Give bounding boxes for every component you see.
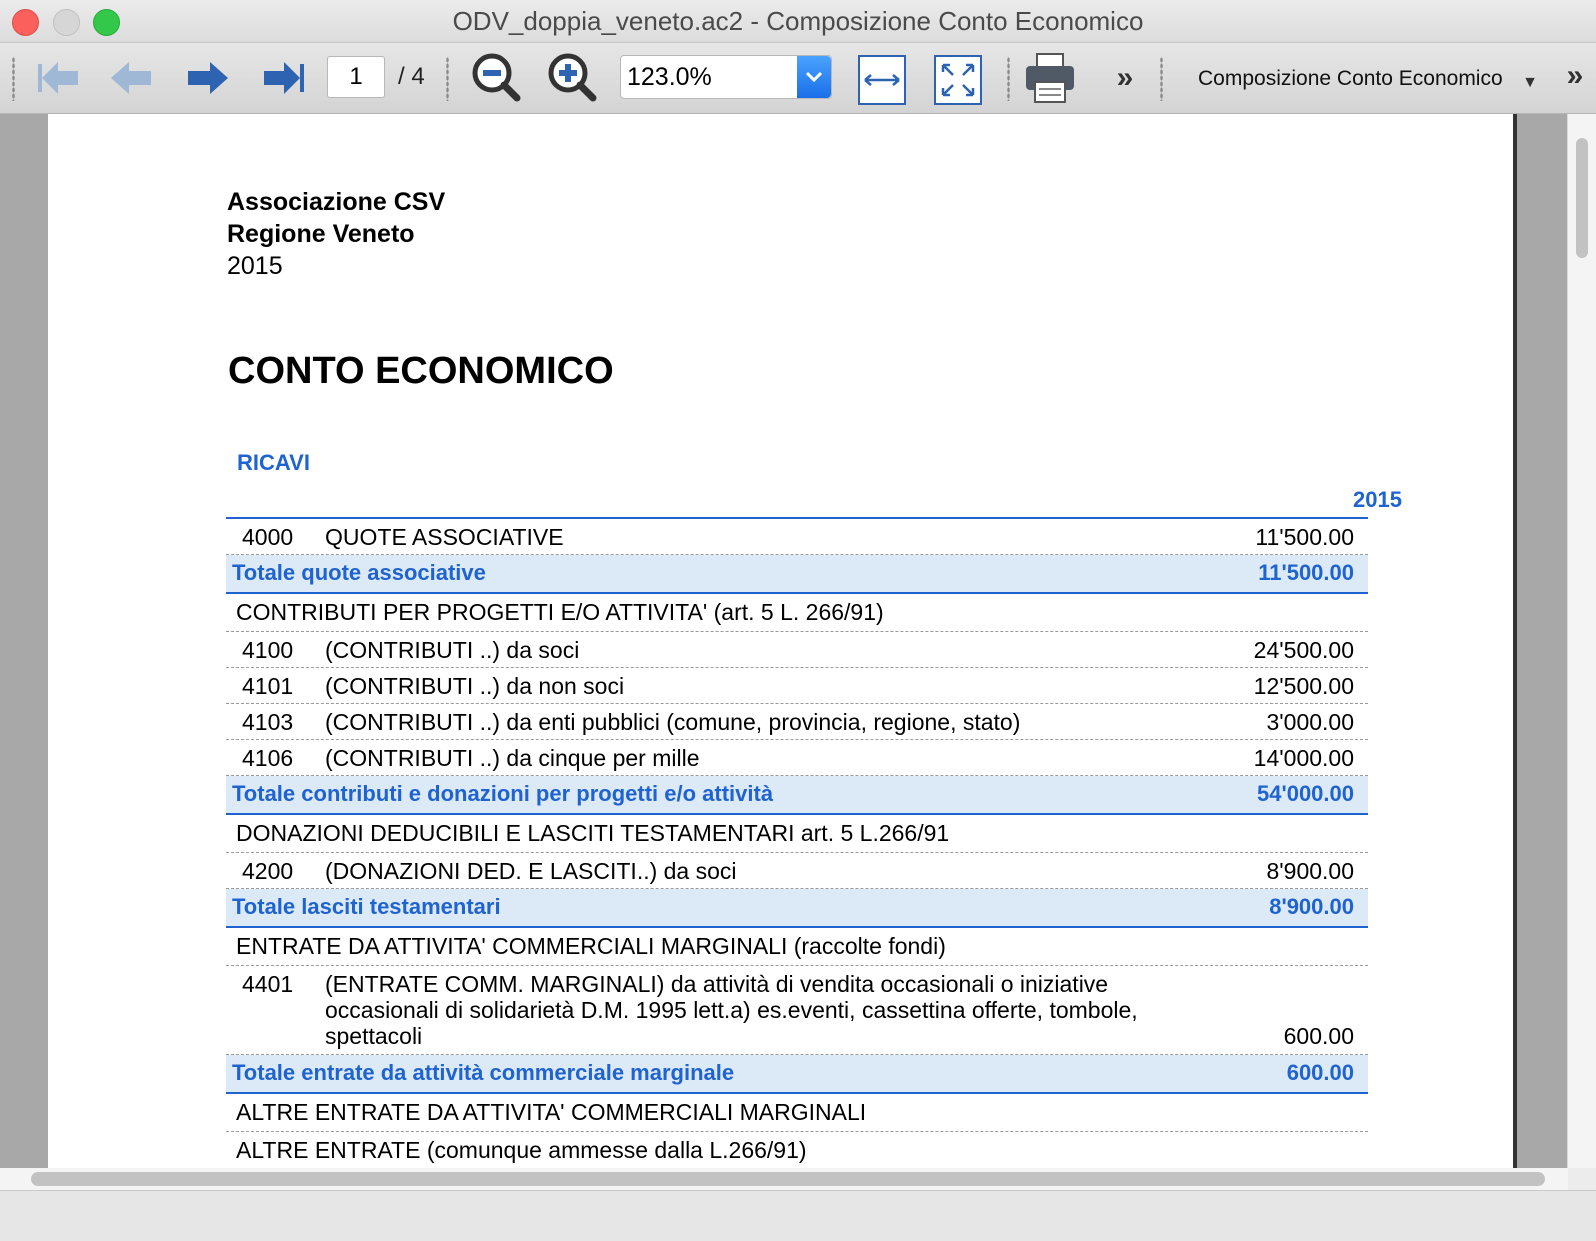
fit-page-icon[interactable]: [934, 55, 982, 105]
account-code: 4101: [242, 673, 294, 699]
chevron-down-icon[interactable]: [797, 56, 831, 98]
window-title: ODV_doppia_veneto.ac2 - Composizione Con…: [452, 6, 1144, 36]
amount: 8'900.00: [1266, 858, 1354, 884]
overflow-more-icon[interactable]: »: [1560, 59, 1590, 92]
amount: 24'500.00: [1253, 637, 1354, 663]
account-description: DONAZIONI DEDUCIBILI E LASCITI TESTAMENT…: [236, 820, 950, 846]
group-header-row: ENTRATE DA ATTIVITA' COMMERCIALI MARGINA…: [226, 928, 1368, 966]
horizontal-scrollbar[interactable]: [0, 1168, 1568, 1190]
print-icon[interactable]: [1022, 51, 1078, 105]
amount: 14'000.00: [1253, 745, 1354, 771]
total-row: Totale lasciti testamentari 8'900.00: [226, 889, 1368, 928]
title-bar: ODV_doppia_veneto.ac2 - Composizione Con…: [0, 0, 1596, 43]
page-number-input[interactable]: 1: [327, 56, 385, 98]
group-header-row: ALTRE ENTRATE (comunque ammesse dalla L.…: [226, 1132, 1368, 1168]
group-header-row: ALTRE ENTRATE DA ATTIVITA' COMMERCIALI M…: [226, 1094, 1368, 1132]
table-row: 4100 (CONTRIBUTI ..) da soci 24'500.00: [226, 632, 1368, 668]
group-header-row: DONAZIONI DEDUCIBILI E LASCITI TESTAMENT…: [226, 815, 1368, 853]
total-row: Totale quote associative 11'500.00: [226, 555, 1368, 594]
more-icon[interactable]: »: [1108, 61, 1142, 94]
toolbar-grip: [12, 57, 15, 101]
table-row: 4101 (CONTRIBUTI ..) da non soci 12'500.00: [226, 668, 1368, 704]
total-label: Totale quote associative: [232, 560, 486, 585]
account-code: 4103: [242, 709, 294, 735]
next-page-icon[interactable]: [182, 55, 234, 101]
org-region: Regione Veneto: [227, 220, 415, 248]
status-bar: [0, 1190, 1596, 1241]
account-description: (CONTRIBUTI ..) da non soci: [325, 673, 625, 699]
account-code: 4000: [242, 524, 294, 550]
account-description: ALTRE ENTRATE (comunque ammesse dalla L.…: [236, 1137, 807, 1163]
table-row: 4401 (ENTRATE COMM. MARGINALI) da attivit…: [226, 966, 1368, 1055]
report-page: Associazione CSV Regione Veneto 2015 CON…: [48, 114, 1513, 1168]
group-header-row: CONTRIBUTI PER PROGETTI E/O ATTIVITA' (a…: [226, 594, 1368, 632]
amount: 3'000.00: [1266, 709, 1354, 735]
account-description: ALTRE ENTRATE DA ATTIVITA' COMMERCIALI M…: [236, 1099, 867, 1125]
table-row: 4000 QUOTE ASSOCIATIVE 11'500.00: [226, 517, 1368, 555]
sheet-title-select[interactable]: Composizione Conto Economico: [1198, 67, 1503, 91]
last-page-icon[interactable]: [258, 55, 310, 101]
table-row: 4200 (DONAZIONI DED. E LASCITI..) da soci…: [226, 853, 1368, 889]
fit-width-icon[interactable]: [858, 55, 906, 105]
total-amount: 54'000.00: [1257, 781, 1354, 806]
account-description: QUOTE ASSOCIATIVE: [325, 524, 564, 550]
vertical-scrollbar[interactable]: [1567, 114, 1596, 1168]
table-row: 4103 (CONTRIBUTI ..) da enti pubblici (co…: [226, 704, 1368, 740]
total-label: Totale contributi e donazioni per proget…: [232, 781, 774, 806]
first-page-icon[interactable]: [32, 55, 84, 101]
account-description: (CONTRIBUTI ..) da soci: [325, 637, 580, 663]
page-total-label: / 4: [398, 63, 425, 90]
section-title: RICAVI: [237, 450, 310, 475]
amount: 12'500.00: [1253, 673, 1354, 699]
zoom-out-icon[interactable]: [470, 51, 524, 105]
account-description: (DONAZIONI DED. E LASCITI..) da soci: [325, 858, 737, 884]
triangle-down-icon[interactable]: ▼: [1520, 73, 1540, 93]
total-amount: 11'500.00: [1258, 560, 1354, 585]
account-code: 4401: [242, 971, 294, 997]
horizontal-scroll-thumb[interactable]: [31, 1172, 1545, 1186]
amount: 11'500.00: [1255, 524, 1354, 550]
total-row: Totale entrate da attività commerciale m…: [226, 1055, 1368, 1094]
vertical-scroll-thumb[interactable]: [1576, 138, 1588, 258]
account-code: 4200: [242, 858, 294, 884]
zoom-in-icon[interactable]: [546, 51, 600, 105]
toolbar-grip: [1160, 57, 1163, 101]
toolbar-grip: [446, 57, 449, 101]
toolbar: 1 / 4 123.0% » Composizione Conto Econom…: [0, 43, 1596, 114]
toolbar-grip: [1007, 57, 1010, 101]
table-row: 4106 (CONTRIBUTI ..) da cinque per mille 1…: [226, 740, 1368, 776]
org-header: Associazione CSV Regione Veneto 2015: [227, 186, 445, 282]
document-viewport[interactable]: Associazione CSV Regione Veneto 2015 CON…: [0, 114, 1596, 1168]
amount: 600.00: [1283, 1023, 1354, 1049]
total-label: Totale lasciti testamentari: [232, 894, 501, 919]
account-description: (CONTRIBUTI ..) da cinque per mille: [325, 745, 700, 771]
total-label: Totale entrate da attività commerciale m…: [232, 1060, 735, 1085]
org-name: Associazione CSV: [227, 188, 446, 216]
account-code: 4100: [242, 637, 294, 663]
income-table: 4000 QUOTE ASSOCIATIVE 11'500.00 Totale quo…: [226, 517, 1368, 1168]
account-description: ENTRATE DA ATTIVITA' COMMERCIALI MARGINA…: [236, 933, 946, 959]
total-row: Totale contributi e donazioni per proget…: [226, 776, 1368, 815]
account-description: (CONTRIBUTI ..) da enti pubblici (comune…: [325, 709, 1021, 735]
zoom-select[interactable]: 123.0%: [620, 55, 832, 99]
account-description: (ENTRATE COMM. MARGINALI) da attività di…: [325, 971, 1138, 1049]
account-code: 4106: [242, 745, 294, 771]
report-year: 2015: [227, 252, 283, 280]
zoom-value: 123.0%: [627, 63, 712, 91]
report-heading: CONTO ECONOMICO: [228, 350, 614, 392]
account-description: CONTRIBUTI PER PROGETTI E/O ATTIVITA' (a…: [236, 599, 884, 625]
column-year-header: 2015: [1353, 487, 1402, 512]
total-amount: 600.00: [1286, 1060, 1354, 1085]
total-amount: 8'900.00: [1269, 894, 1354, 919]
previous-page-icon[interactable]: [105, 55, 157, 101]
